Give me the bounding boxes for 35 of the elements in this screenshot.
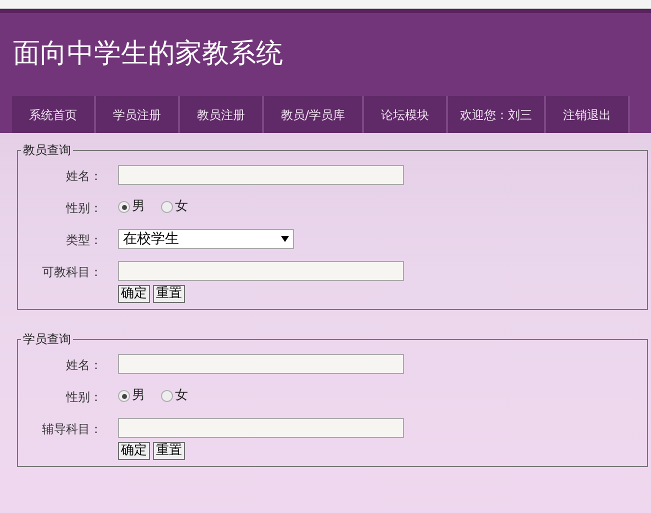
field-label: 姓名：: [66, 169, 102, 183]
site-title: 面向中学生的家教系统: [13, 37, 283, 72]
field-label: 类型：: [66, 233, 102, 247]
nav-link[interactable]: 论坛模块: [364, 96, 448, 133]
radio-label: 男: [132, 198, 145, 216]
radio-button[interactable]: [118, 390, 130, 402]
radio-label: 男: [132, 387, 145, 406]
text-field[interactable]: [118, 354, 404, 374]
nav-link[interactable]: 教员注册: [180, 96, 264, 133]
field-label: 可教科目：: [42, 265, 102, 279]
nav-link[interactable]: 教员/学员库: [264, 96, 364, 133]
radio-button[interactable]: [161, 390, 173, 402]
nav-link[interactable]: 学员注册: [96, 96, 180, 133]
nav-link[interactable]: 系统首页: [12, 96, 96, 133]
radio-button[interactable]: [161, 201, 173, 213]
form-button[interactable]: 重置: [153, 285, 185, 303]
text-field[interactable]: [118, 261, 404, 281]
panel-legend: 学员查询: [21, 330, 73, 348]
radio-button[interactable]: [118, 201, 130, 213]
field-label: 性别：: [66, 390, 102, 404]
form-button[interactable]: 确定: [118, 285, 150, 303]
field-label: 姓名：: [66, 358, 102, 372]
radio-label: 女: [175, 387, 188, 406]
radio-label: 女: [175, 198, 188, 216]
field-label: 性别：: [66, 201, 102, 215]
text-field[interactable]: [118, 418, 404, 438]
caret-icon: [281, 236, 289, 242]
form-button[interactable]: 重置: [153, 442, 185, 460]
field-label: 辅导科目：: [42, 422, 102, 436]
panel-legend: 教员查询: [21, 141, 73, 159]
text-field[interactable]: [118, 165, 404, 185]
form-button[interactable]: 确定: [118, 442, 150, 460]
type-dropdown[interactable]: 在校学生: [118, 229, 294, 249]
welcome-text: 欢迎您：刘三: [448, 96, 546, 133]
nav-link[interactable]: 注销退出: [546, 96, 630, 133]
